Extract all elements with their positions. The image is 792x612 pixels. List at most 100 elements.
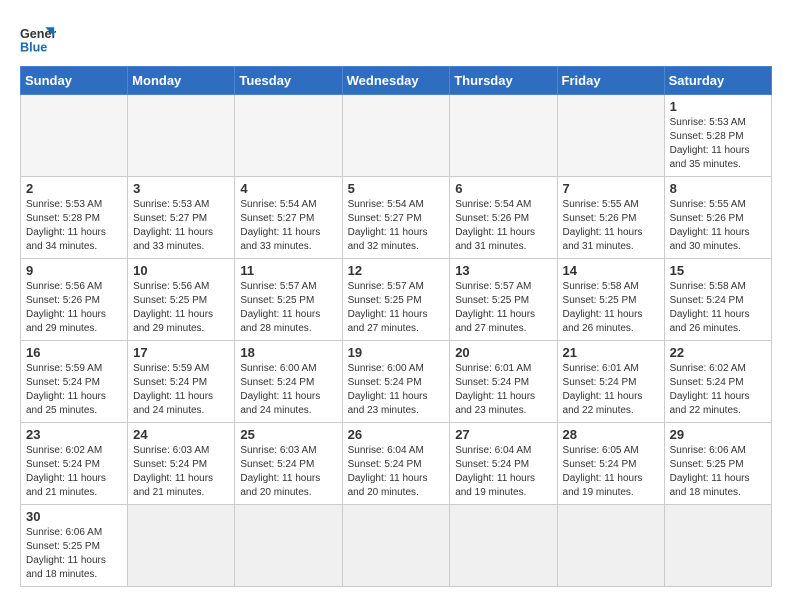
day-info: Sunrise: 5:53 AM Sunset: 5:28 PM Dayligh… <box>26 198 122 254</box>
day-number: 15 <box>670 263 766 278</box>
day-number: 12 <box>348 263 445 278</box>
day-info: Sunrise: 5:58 AM Sunset: 5:24 PM Dayligh… <box>670 280 766 336</box>
weekday-header-tuesday: Tuesday <box>235 67 342 95</box>
day-info: Sunrise: 5:55 AM Sunset: 5:26 PM Dayligh… <box>563 198 659 254</box>
day-info: Sunrise: 6:00 AM Sunset: 5:24 PM Dayligh… <box>240 362 336 418</box>
calendar-week-row: 1 Sunrise: 5:53 AM Sunset: 5:28 PM Daylig… <box>21 95 772 177</box>
calendar-cell: 6 Sunrise: 5:54 AM Sunset: 5:26 PM Daylig… <box>450 177 557 259</box>
day-number: 28 <box>563 427 659 442</box>
calendar-cell: 5Sunrise: 5:54 AM Sunset: 5:27 PM Daylig… <box>342 177 450 259</box>
day-info: Sunrise: 5:54 AM Sunset: 5:27 PM Dayligh… <box>348 198 445 254</box>
calendar-cell: 23 Sunrise: 6:02 AM Sunset: 5:24 PM Dayli… <box>21 423 128 505</box>
day-number: 8 <box>670 181 766 196</box>
day-number: 26 <box>348 427 445 442</box>
day-info: Sunrise: 6:03 AM Sunset: 5:24 PM Dayligh… <box>133 444 229 500</box>
day-info: Sunrise: 5:53 AM Sunset: 5:27 PM Dayligh… <box>133 198 229 254</box>
day-number: 11 <box>240 263 336 278</box>
day-info: Sunrise: 5:57 AM Sunset: 5:25 PM Dayligh… <box>240 280 336 336</box>
day-info: Sunrise: 6:03 AM Sunset: 5:24 PM Dayligh… <box>240 444 336 500</box>
weekday-header-wednesday: Wednesday <box>342 67 450 95</box>
calendar-week-row: 16Sunrise: 5:59 AM Sunset: 5:24 PM Dayli… <box>21 341 772 423</box>
day-number: 25 <box>240 427 336 442</box>
calendar-cell <box>128 95 235 177</box>
calendar-week-row: 9Sunrise: 5:56 AM Sunset: 5:26 PM Daylig… <box>21 259 772 341</box>
day-info: Sunrise: 6:01 AM Sunset: 5:24 PM Dayligh… <box>455 362 551 418</box>
day-info: Sunrise: 6:02 AM Sunset: 5:24 PM Dayligh… <box>26 444 122 500</box>
calendar-cell: 8Sunrise: 5:55 AM Sunset: 5:26 PM Daylig… <box>664 177 771 259</box>
calendar-week-row: 30Sunrise: 6:06 AM Sunset: 5:25 PM Dayli… <box>21 505 772 587</box>
calendar-cell <box>342 505 450 587</box>
day-number: 14 <box>563 263 659 278</box>
calendar-cell: 24 Sunrise: 6:03 AM Sunset: 5:24 PM Dayli… <box>128 423 235 505</box>
day-number: 27 <box>455 427 551 442</box>
day-number: 30 <box>26 509 122 524</box>
day-number: 23 <box>26 427 122 442</box>
calendar-cell <box>235 95 342 177</box>
day-info: Sunrise: 5:57 AM Sunset: 5:25 PM Dayligh… <box>348 280 445 336</box>
logo: General Blue <box>20 20 56 56</box>
day-number: 10 <box>133 263 229 278</box>
day-number: 29 <box>670 427 766 442</box>
day-number: 13 <box>455 263 551 278</box>
calendar-cell <box>557 95 664 177</box>
day-number: 24 <box>133 427 229 442</box>
day-info: Sunrise: 6:04 AM Sunset: 5:24 PM Dayligh… <box>348 444 445 500</box>
day-number: 19 <box>348 345 445 360</box>
calendar-cell: 11 Sunrise: 5:57 AM Sunset: 5:25 PM Dayli… <box>235 259 342 341</box>
calendar-cell: 22 Sunrise: 6:02 AM Sunset: 5:24 PM Dayli… <box>664 341 771 423</box>
calendar-week-row: 2Sunrise: 5:53 AM Sunset: 5:28 PM Daylig… <box>21 177 772 259</box>
calendar-cell: 21Sunrise: 6:01 AM Sunset: 5:24 PM Dayli… <box>557 341 664 423</box>
day-info: Sunrise: 5:56 AM Sunset: 5:25 PM Dayligh… <box>133 280 229 336</box>
calendar-table: SundayMondayTuesdayWednesdayThursdayFrid… <box>20 66 772 587</box>
calendar-cell <box>235 505 342 587</box>
day-info: Sunrise: 5:53 AM Sunset: 5:28 PM Dayligh… <box>670 116 766 172</box>
day-info: Sunrise: 6:00 AM Sunset: 5:24 PM Dayligh… <box>348 362 445 418</box>
day-info: Sunrise: 6:06 AM Sunset: 5:25 PM Dayligh… <box>670 444 766 500</box>
day-info: Sunrise: 5:59 AM Sunset: 5:24 PM Dayligh… <box>26 362 122 418</box>
calendar-cell: 4 Sunrise: 5:54 AM Sunset: 5:27 PM Daylig… <box>235 177 342 259</box>
calendar-cell: 28 Sunrise: 6:05 AM Sunset: 5:24 PM Dayli… <box>557 423 664 505</box>
day-number: 1 <box>670 99 766 114</box>
calendar-cell: 10 Sunrise: 5:56 AM Sunset: 5:25 PM Dayli… <box>128 259 235 341</box>
calendar-cell: 29 Sunrise: 6:06 AM Sunset: 5:25 PM Dayli… <box>664 423 771 505</box>
calendar-cell <box>128 505 235 587</box>
calendar-cell <box>450 95 557 177</box>
calendar-cell: 18 Sunrise: 6:00 AM Sunset: 5:24 PM Dayli… <box>235 341 342 423</box>
calendar-cell: 26 Sunrise: 6:04 AM Sunset: 5:24 PM Dayli… <box>342 423 450 505</box>
day-number: 6 <box>455 181 551 196</box>
calendar-cell: 7 Sunrise: 5:55 AM Sunset: 5:26 PM Daylig… <box>557 177 664 259</box>
calendar-cell: 15 Sunrise: 5:58 AM Sunset: 5:24 PM Dayli… <box>664 259 771 341</box>
svg-text:Blue: Blue <box>20 41 47 55</box>
calendar-cell: 9Sunrise: 5:56 AM Sunset: 5:26 PM Daylig… <box>21 259 128 341</box>
day-info: Sunrise: 5:54 AM Sunset: 5:27 PM Dayligh… <box>240 198 336 254</box>
day-number: 17 <box>133 345 229 360</box>
calendar-cell: 25 Sunrise: 6:03 AM Sunset: 5:24 PM Dayli… <box>235 423 342 505</box>
day-number: 20 <box>455 345 551 360</box>
day-number: 21 <box>563 345 659 360</box>
calendar-cell: 1 Sunrise: 5:53 AM Sunset: 5:28 PM Daylig… <box>664 95 771 177</box>
weekday-header-saturday: Saturday <box>664 67 771 95</box>
calendar-cell: 19 Sunrise: 6:00 AM Sunset: 5:24 PM Dayli… <box>342 341 450 423</box>
calendar-cell: 27 Sunrise: 6:04 AM Sunset: 5:24 PM Dayli… <box>450 423 557 505</box>
day-number: 18 <box>240 345 336 360</box>
calendar-cell <box>450 505 557 587</box>
day-info: Sunrise: 6:04 AM Sunset: 5:24 PM Dayligh… <box>455 444 551 500</box>
day-info: Sunrise: 6:05 AM Sunset: 5:24 PM Dayligh… <box>563 444 659 500</box>
calendar-cell <box>342 95 450 177</box>
weekday-header-sunday: Sunday <box>21 67 128 95</box>
day-number: 4 <box>240 181 336 196</box>
day-info: Sunrise: 5:59 AM Sunset: 5:24 PM Dayligh… <box>133 362 229 418</box>
weekday-header-thursday: Thursday <box>450 67 557 95</box>
day-number: 9 <box>26 263 122 278</box>
day-info: Sunrise: 5:58 AM Sunset: 5:25 PM Dayligh… <box>563 280 659 336</box>
calendar-cell: 17 Sunrise: 5:59 AM Sunset: 5:24 PM Dayli… <box>128 341 235 423</box>
calendar-cell: 30Sunrise: 6:06 AM Sunset: 5:25 PM Dayli… <box>21 505 128 587</box>
day-info: Sunrise: 6:02 AM Sunset: 5:24 PM Dayligh… <box>670 362 766 418</box>
calendar-cell: 2Sunrise: 5:53 AM Sunset: 5:28 PM Daylig… <box>21 177 128 259</box>
day-info: Sunrise: 5:57 AM Sunset: 5:25 PM Dayligh… <box>455 280 551 336</box>
day-number: 7 <box>563 181 659 196</box>
calendar-cell: 20 Sunrise: 6:01 AM Sunset: 5:24 PM Dayli… <box>450 341 557 423</box>
day-info: Sunrise: 5:54 AM Sunset: 5:26 PM Dayligh… <box>455 198 551 254</box>
generalblue-logo-icon: General Blue <box>20 20 56 56</box>
day-number: 22 <box>670 345 766 360</box>
